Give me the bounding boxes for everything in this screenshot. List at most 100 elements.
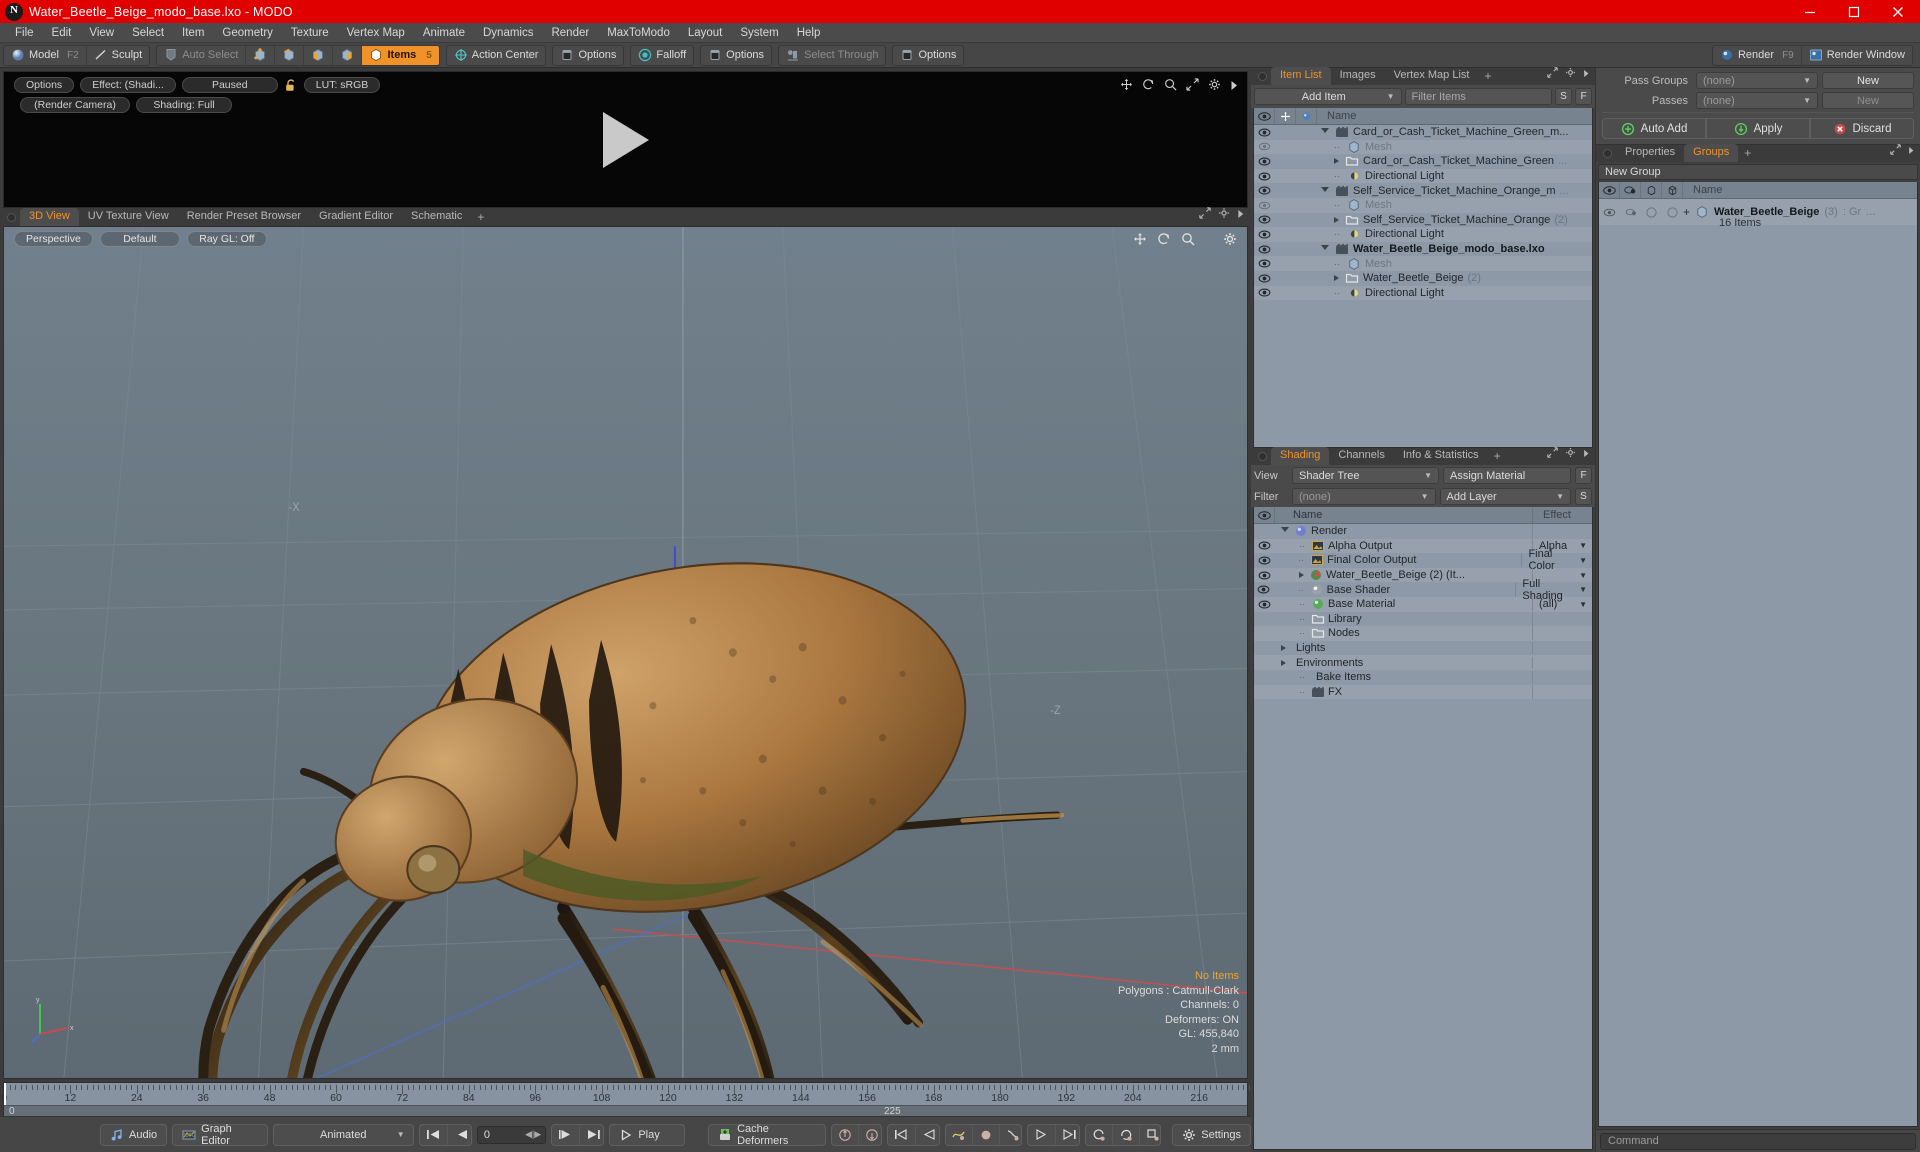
gear-icon[interactable] xyxy=(1208,78,1221,96)
gear-icon[interactable] xyxy=(1223,232,1237,251)
tab-add-button[interactable]: + xyxy=(471,210,492,226)
key-up-icon[interactable] xyxy=(832,1124,859,1145)
fit-icon[interactable] xyxy=(1890,142,1901,160)
name-column-header[interactable]: Name xyxy=(1317,110,1592,122)
timeline[interactable]: 0 12 24 36 48 60 72 84 96 108 120 132 144 156 168 180 19… xyxy=(1,1082,1250,1117)
row-eye-toggle[interactable] xyxy=(1254,128,1275,137)
zoom-icon[interactable] xyxy=(1181,232,1195,251)
tab-render-preset-browser[interactable]: Render Preset Browser xyxy=(178,208,310,226)
shading-column-header[interactable] xyxy=(1620,182,1641,198)
gear-icon[interactable] xyxy=(1565,445,1576,463)
action-center-button[interactable]: Action Center xyxy=(447,46,546,65)
item-list-row[interactable]: ·· Directional Light xyxy=(1254,227,1592,242)
passes-select[interactable]: (none) ▼ xyxy=(1696,92,1818,109)
render-window-button[interactable]: Render Window xyxy=(1802,46,1912,65)
timeline-range[interactable]: 0 225 xyxy=(4,1105,1247,1117)
tab-shading[interactable]: Shading xyxy=(1271,447,1330,465)
shader-tree-row[interactable]: Lights xyxy=(1254,640,1592,656)
gear-icon[interactable] xyxy=(1565,65,1576,83)
preview-shading-button[interactable]: Shading: Full xyxy=(136,97,232,113)
rotate-icon[interactable] xyxy=(1157,232,1171,251)
shader-effect-cell[interactable]: (all) ▼ xyxy=(1533,598,1592,610)
add-layer-select[interactable]: Add Layer ▼ xyxy=(1439,488,1571,505)
discard-button[interactable]: Discard xyxy=(1810,118,1914,139)
add-layer-s-button[interactable]: S xyxy=(1575,488,1592,505)
tab-channels[interactable]: Channels xyxy=(1329,447,1393,465)
new-group-field[interactable]: New Group xyxy=(1598,164,1918,180)
key-icon[interactable] xyxy=(973,1124,1001,1145)
auto-select-button[interactable]: Auto Select xyxy=(157,45,247,65)
twirl-down-icon[interactable] xyxy=(1281,527,1289,535)
cache-deformers-button[interactable]: Cache Deformers xyxy=(708,1123,826,1147)
rotate-icon[interactable] xyxy=(1142,78,1155,96)
3d-viewport[interactable]: -X -Z Perspective Default Ray GL: Off No… xyxy=(3,226,1248,1079)
arrow-right-icon[interactable] xyxy=(1908,142,1915,160)
fit-icon[interactable] xyxy=(1199,206,1211,224)
model-mode-button[interactable]: Model F2 xyxy=(4,45,87,65)
menu-item-select[interactable]: Select xyxy=(123,23,173,43)
preview-lut-button[interactable]: LUT: sRGB xyxy=(303,77,381,93)
item-list-row[interactable]: Card_or_Cash_Ticket_Machine_Green_m... xyxy=(1254,125,1592,140)
row-eye-toggle[interactable] xyxy=(1254,585,1274,594)
row-eye-toggle[interactable] xyxy=(1254,556,1274,565)
arrow-right-icon[interactable] xyxy=(1583,445,1590,463)
solid-column-header[interactable] xyxy=(1662,182,1683,198)
item-list-tab-add[interactable]: + xyxy=(1478,69,1499,85)
close-icon[interactable] xyxy=(1876,0,1920,23)
transform-column-header[interactable] xyxy=(1275,108,1296,124)
arrow-right-icon[interactable] xyxy=(1230,78,1239,96)
tab-3d-view[interactable]: 3D View xyxy=(20,208,79,226)
shader-tree-row[interactable]: ·· Base Shader Full Shading ▼ xyxy=(1254,578,1592,602)
row-eye-toggle[interactable] xyxy=(1254,600,1275,609)
tab-info-statistics[interactable]: Info & Statistics xyxy=(1394,447,1488,465)
shading-tab-add[interactable]: + xyxy=(1488,449,1509,465)
tab-uv-texture-view[interactable]: UV Texture View xyxy=(79,208,178,226)
prev-frame-button[interactable] xyxy=(448,1125,471,1145)
row-eye-toggle[interactable] xyxy=(1254,541,1275,550)
material-mode-button[interactable] xyxy=(333,45,363,65)
falloff-options-button[interactable]: Options xyxy=(701,46,771,65)
twirl-down-icon[interactable] xyxy=(1321,186,1329,195)
twirl-right-icon[interactable] xyxy=(1281,645,1286,652)
item-list-row[interactable]: ·· Mesh xyxy=(1254,256,1592,271)
rotate-key-icon[interactable] xyxy=(1086,1124,1113,1145)
item-list-row[interactable]: ·· Mesh xyxy=(1254,139,1592,155)
auto-add-button[interactable]: Auto Add xyxy=(1602,118,1706,139)
shader-tree-row[interactable]: Environments xyxy=(1254,655,1592,670)
polygon-mode-button[interactable] xyxy=(304,45,334,65)
panel-menu-dot-icon[interactable] xyxy=(1258,72,1267,81)
groups-list-body[interactable]: Name + Water_Beetle_Beige (3): Gr ... 1… xyxy=(1598,182,1918,1127)
eye-column-header[interactable] xyxy=(1254,108,1275,124)
row-eye-toggle[interactable] xyxy=(1254,274,1275,283)
menu-item-render[interactable]: Render xyxy=(542,23,598,43)
slope-icon[interactable] xyxy=(1000,1125,1020,1145)
preview-options-button[interactable]: Options xyxy=(14,77,75,93)
row-eye-toggle[interactable] xyxy=(1254,288,1275,297)
shader-tree-row[interactable]: ·· Bake Items xyxy=(1254,669,1592,685)
tab-images[interactable]: Images xyxy=(1331,67,1385,85)
menu-item-vertex-map[interactable]: Vertex Map xyxy=(338,23,414,43)
curve-icon[interactable] xyxy=(946,1124,974,1145)
pass-groups-select[interactable]: (none) ▼ xyxy=(1696,72,1818,89)
assign-material-button[interactable]: Assign Material xyxy=(1443,467,1571,484)
fit-icon[interactable] xyxy=(1186,78,1199,96)
menu-item-item[interactable]: Item xyxy=(173,23,213,43)
groups-name-column-header[interactable]: Name xyxy=(1683,184,1917,196)
frame-stepper-icon[interactable]: ◀|▶ xyxy=(525,1129,541,1140)
preview-camera-button[interactable]: (Render Camera) xyxy=(20,97,130,113)
filter-f-button[interactable]: F xyxy=(1575,88,1592,105)
add-item-button[interactable]: Add Item ▼ xyxy=(1254,88,1402,105)
maximize-icon[interactable] xyxy=(1832,0,1876,23)
last-frame-button[interactable] xyxy=(580,1125,603,1145)
row-eye-toggle[interactable] xyxy=(1254,201,1275,210)
shader-tree-row[interactable]: Render xyxy=(1254,524,1592,539)
shader-effect-column-header[interactable]: Effect xyxy=(1533,509,1592,521)
row-eye-toggle[interactable] xyxy=(1254,245,1275,254)
tab-schematic[interactable]: Schematic xyxy=(402,208,471,226)
shader-view-select[interactable]: Shader Tree ▼ xyxy=(1292,467,1439,484)
assign-material-f-button[interactable]: F xyxy=(1575,467,1592,484)
row-eye-toggle[interactable] xyxy=(1254,571,1275,580)
shader-tree-row[interactable]: ·· Nodes xyxy=(1254,626,1592,641)
shader-tree-row[interactable]: ·· Base Material (all) ▼ xyxy=(1254,596,1592,612)
scale-key-icon[interactable] xyxy=(1140,1125,1160,1145)
